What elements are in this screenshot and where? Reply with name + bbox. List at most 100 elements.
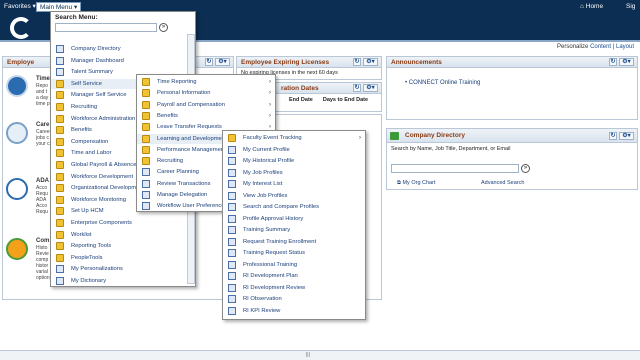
- advanced-search-link[interactable]: Advanced Search: [481, 180, 524, 186]
- menu-item-peopletools[interactable]: PeopleTools›: [51, 253, 195, 263]
- tile-title-time[interactable]: Time: [36, 76, 50, 82]
- search-go-icon[interactable]: »: [159, 23, 168, 32]
- home-label: Home: [585, 3, 604, 10]
- menu-item-label: My Job Profiles: [243, 169, 283, 176]
- org-chart-link[interactable]: ⧉ My Org Chart: [397, 180, 435, 187]
- settings-icon[interactable]: ⚙▾: [619, 132, 634, 140]
- menu-item-enterprise-components[interactable]: Enterprise Components›: [51, 218, 195, 228]
- settings-icon[interactable]: ⚙▾: [619, 58, 634, 66]
- menu-item-label: My Dictionary: [71, 278, 107, 284]
- favorites-menu[interactable]: Favorites ▾: [4, 2, 36, 12]
- menu-item-label: Performance Management: [157, 146, 226, 153]
- menu-item-label: Global Payroll & Absence: [71, 162, 137, 168]
- menu-item-payroll-and-compensation[interactable]: Payroll and Compensation ›: [137, 100, 275, 110]
- menu-item-ri-kpi-review[interactable]: RI KPI Review: [223, 306, 365, 316]
- menu-item-benefits[interactable]: Benefits ›: [137, 111, 275, 121]
- menu-item-my-historical-profile[interactable]: My Historical Profile: [223, 156, 365, 166]
- menu-item-time-reporting[interactable]: Time Reporting ›: [137, 77, 275, 87]
- personalize-content-link[interactable]: Content: [590, 44, 611, 50]
- search-go-icon[interactable]: »: [521, 164, 530, 173]
- menu-item-manager-dashboard[interactable]: Manager Dashboard: [51, 56, 195, 66]
- folder-icon: [56, 207, 64, 216]
- folder-icon: [142, 134, 150, 143]
- menu-item-personal-information[interactable]: Personal Information ›: [137, 88, 275, 98]
- tile-desc-comp: Histo Revie comp histor varial option: [36, 245, 50, 281]
- time-icon: [6, 75, 28, 97]
- menu-item-reporting-tools[interactable]: Reporting Tools›: [51, 241, 195, 251]
- tile-desc-career: Caree jobs c your c: [36, 129, 50, 147]
- doc-icon: [228, 249, 236, 257]
- bottom-scrollbar[interactable]: |||: [0, 350, 640, 360]
- announcement-link[interactable]: CONNECT Online Training: [409, 80, 481, 86]
- chevron-right-icon: ›: [269, 90, 271, 97]
- doc-icon: [142, 191, 150, 199]
- announcement-item[interactable]: • CONNECT Online Training: [387, 68, 637, 86]
- menu-item-professional-training[interactable]: Professional Training: [223, 260, 365, 270]
- menu-item-label: Worklist: [71, 231, 92, 238]
- scroll-grip-icon[interactable]: |||: [306, 352, 310, 358]
- menu-item-label: RI Development Plan: [243, 273, 298, 279]
- search-menu-input[interactable]: [55, 23, 157, 32]
- menu-item-ri-observation[interactable]: RI Observation: [223, 294, 365, 304]
- pagelet-header: Company Directory ↻ ⚙▾: [387, 129, 637, 143]
- folder-icon: [142, 157, 150, 166]
- personalize-layout-link[interactable]: Layout: [616, 44, 634, 50]
- learning-development-submenu: Faculty Event Tracking › My Current Profil…: [222, 130, 366, 320]
- signout-link[interactable]: Sig: [626, 2, 635, 12]
- folder-icon: [56, 184, 64, 193]
- refresh-icon[interactable]: ↻: [353, 84, 361, 92]
- home-link[interactable]: ⌂ Home: [580, 2, 603, 12]
- menu-item-label: Workflow User Preferences: [157, 203, 228, 210]
- menu-item-training-request-status[interactable]: Training Request Status: [223, 248, 365, 258]
- refresh-icon[interactable]: ↻: [353, 58, 361, 66]
- menu-item-my-job-profiles[interactable]: My Job Profiles: [223, 168, 365, 178]
- column-header: Days to End Date: [322, 97, 369, 103]
- menu-item-label: Request Training Enrollment: [243, 238, 317, 245]
- menu-item-training-summary[interactable]: Training Summary: [223, 225, 365, 235]
- menu-item-label: PeopleTools: [71, 254, 103, 261]
- menu-item-profile-approval-history[interactable]: Profile Approval History: [223, 214, 365, 224]
- menu-item-search-and-compare-profiles[interactable]: Search and Compare Profiles: [223, 202, 365, 212]
- menu-item-my-dictionary[interactable]: My Dictionary: [51, 276, 195, 286]
- tile-title-ada[interactable]: ADA: [36, 178, 49, 184]
- menu-item-label: Learning and Development: [157, 135, 227, 142]
- menu-item-worklist[interactable]: Worklist›: [51, 230, 195, 240]
- menu-item-label: Recruiting: [71, 104, 98, 110]
- tile-title-career[interactable]: Care: [36, 122, 49, 128]
- tile-title-comp[interactable]: Com: [36, 238, 49, 244]
- menu-item-label: Compensation: [71, 138, 109, 145]
- main-menu-label: Main Menu: [40, 4, 73, 11]
- menu-item-my-current-profile[interactable]: My Current Profile: [223, 145, 365, 155]
- refresh-icon[interactable]: ↻: [609, 132, 617, 140]
- directory-search-input[interactable]: [391, 164, 519, 173]
- doc-icon: [142, 179, 150, 188]
- doc-icon: [142, 202, 150, 211]
- menu-item-label: Self Service: [71, 80, 102, 87]
- menu-item-ri-development-review[interactable]: RI Development Review: [223, 283, 365, 293]
- settings-icon[interactable]: ⚙▾: [363, 84, 378, 92]
- personalize-label: Personalize: [557, 44, 589, 50]
- menu-item-label: Workforce Monitoring: [71, 196, 126, 203]
- chevron-right-icon: ›: [359, 135, 361, 141]
- menu-item-faculty-event-tracking[interactable]: Faculty Event Tracking ›: [223, 133, 365, 143]
- menu-item-request-training-enrollment[interactable]: Request Training Enrollment: [223, 237, 365, 247]
- pagelet-header: Employee Expiring Licenses ↻ ⚙▾: [237, 57, 381, 68]
- menu-item-my-personalizations[interactable]: My Personalizations: [51, 264, 195, 274]
- refresh-icon[interactable]: ↻: [205, 58, 213, 66]
- refresh-icon[interactable]: ↻: [609, 58, 617, 66]
- doc-icon: [56, 68, 64, 77]
- menu-item-label: My Current Profile: [243, 146, 290, 153]
- menu-item-my-interest-list[interactable]: My Interest List: [223, 179, 365, 189]
- menu-item-company-directory[interactable]: Company Directory: [51, 44, 195, 54]
- settings-icon[interactable]: ⚙▾: [363, 58, 378, 66]
- menu-item-label: Enterprise Components: [71, 220, 132, 226]
- doc-icon: [228, 237, 236, 246]
- menu-item-label: Career Planning: [157, 169, 199, 176]
- folder-icon: [56, 149, 64, 158]
- pagelet-title: Employee Expiring Licenses: [241, 59, 330, 66]
- menu-item-ri-development-plan[interactable]: RI Development Plan: [223, 271, 365, 281]
- settings-icon[interactable]: ⚙▾: [215, 58, 230, 66]
- menu-item-label: Organizational Development: [71, 185, 145, 192]
- menu-item-view-job-profiles[interactable]: View Job Profiles: [223, 191, 365, 201]
- menu-item-label: Benefits: [157, 112, 178, 119]
